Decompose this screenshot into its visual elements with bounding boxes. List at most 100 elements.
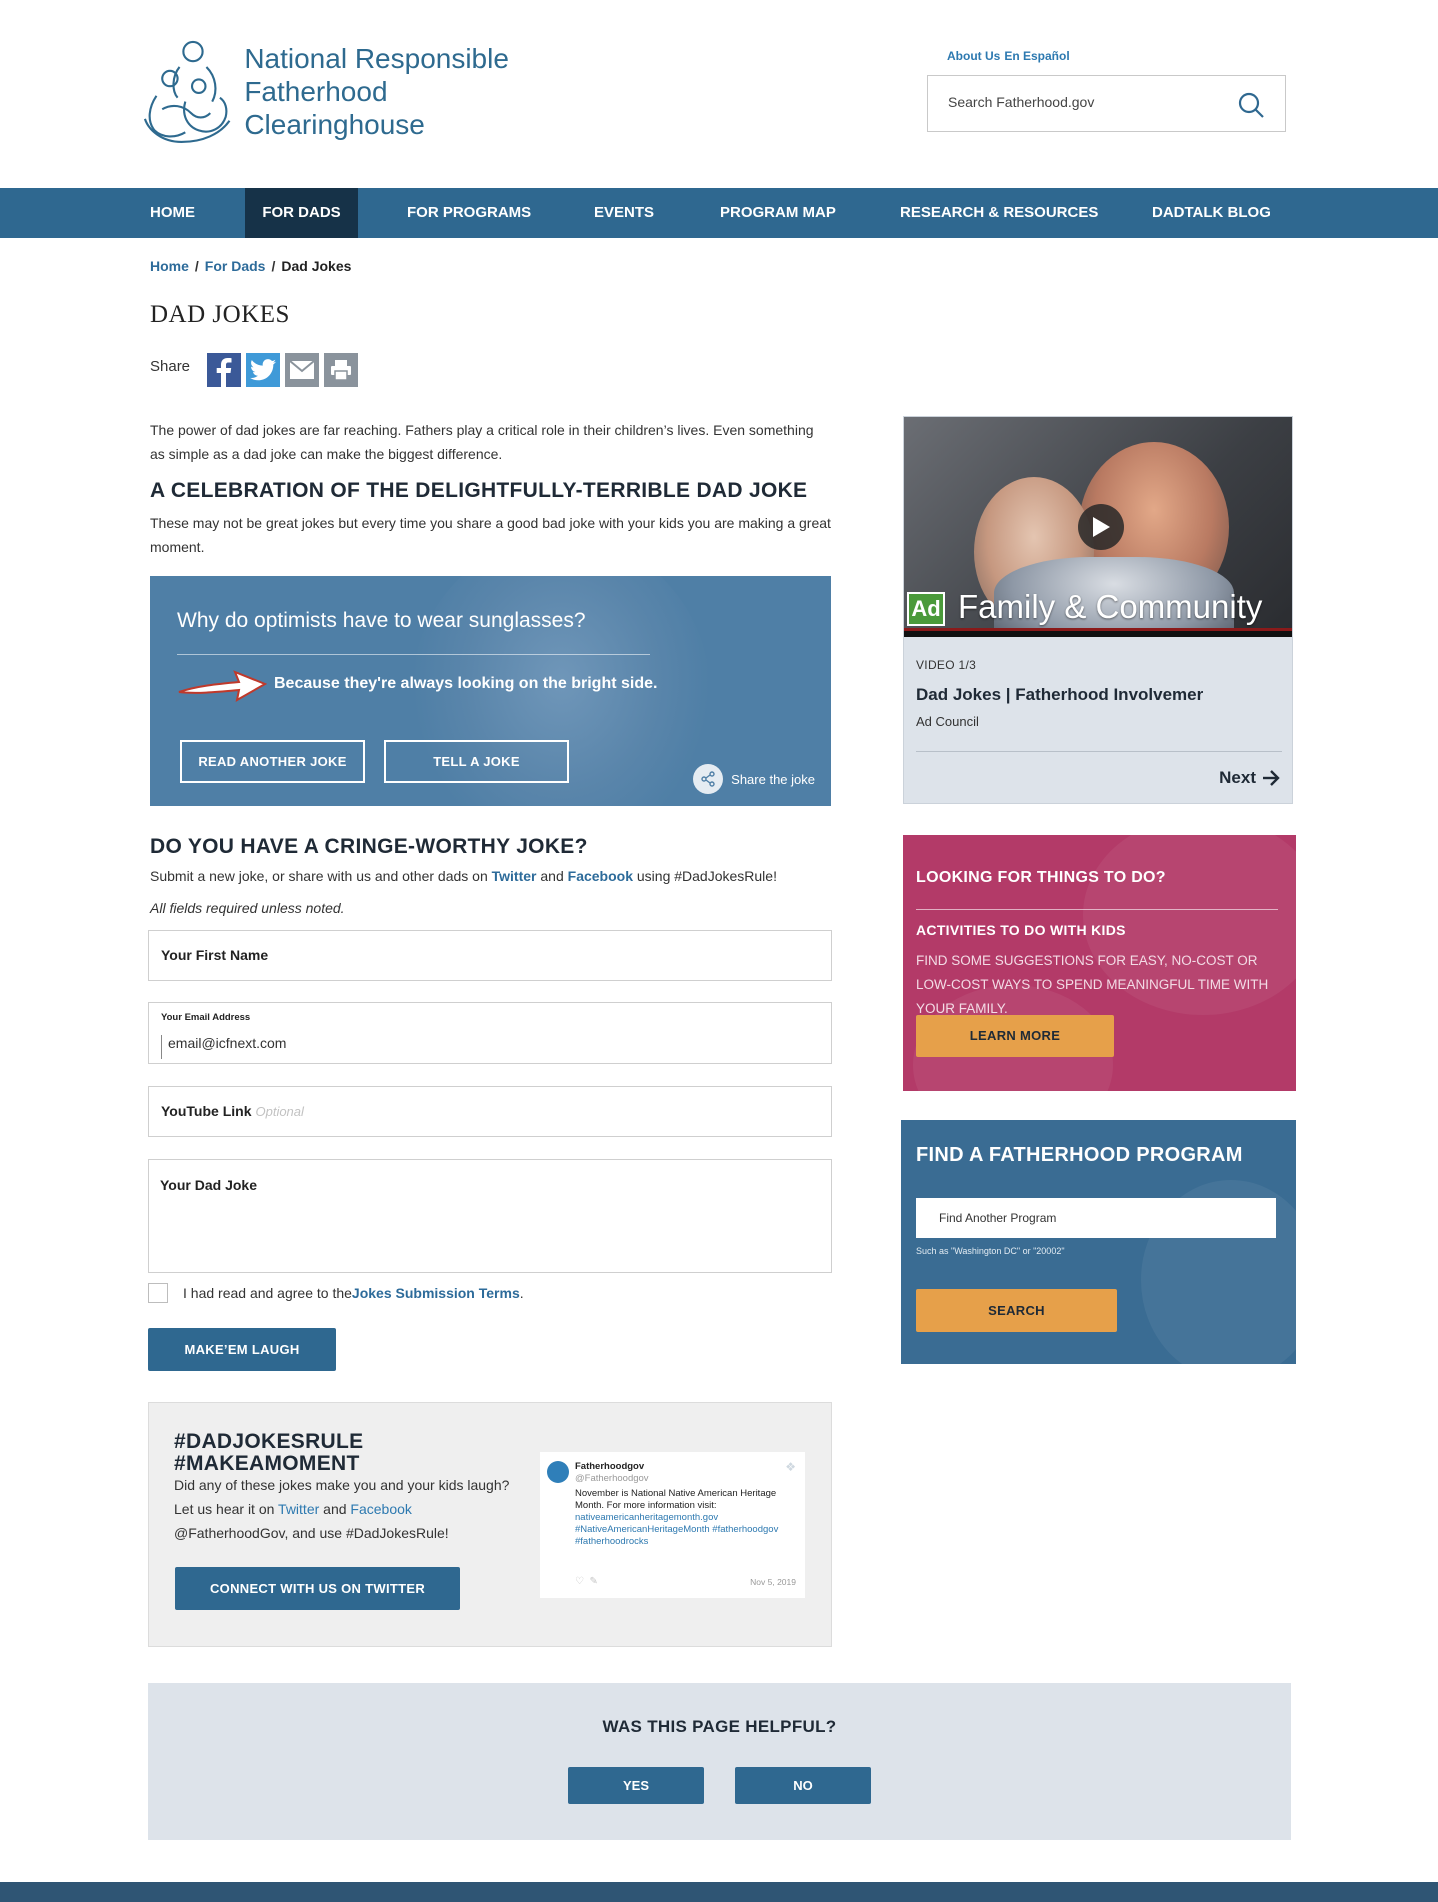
tell-a-joke-button[interactable]: TELL A JOKE xyxy=(384,740,569,783)
tweet-hashtags[interactable]: #NativeAmericanHeritageMonth #fatherhood… xyxy=(575,1524,797,1536)
twitter-link[interactable]: Twitter xyxy=(278,1501,319,1517)
social-promo-heading: #DADJOKESRULE #MAKEAMOMENT xyxy=(174,1431,363,1475)
intro-text-part: Submit a new joke, or share with us and … xyxy=(150,868,492,884)
email-icon[interactable] xyxy=(285,353,319,387)
tweet-actions: ♡ ✎ xyxy=(575,1576,598,1587)
dad-joke-label: Your Dad Joke xyxy=(160,1177,257,1193)
site-logo[interactable]: National Responsible Fatherhood Clearing… xyxy=(143,36,563,146)
main-nav: HOME FOR DADS FOR PROGRAMS EVENTS PROGRA… xyxy=(0,188,1438,238)
activities-divider xyxy=(916,909,1278,910)
activities-text: FIND SOME SUGGESTIONS FOR EASY, NO-COST … xyxy=(916,953,1269,1016)
activities-card: LOOKING FOR THINGS TO DO? ACTIVITIES TO … xyxy=(903,835,1296,1091)
avatar xyxy=(547,1461,569,1483)
breadcrumb-for-dads[interactable]: For Dads xyxy=(205,258,266,274)
joke-answer: Because they're always looking on the br… xyxy=(274,675,658,692)
family-logo-icon xyxy=(143,40,231,144)
required-fields-note: All fields required unless noted. xyxy=(150,900,345,916)
submit-joke-intro: Submit a new joke, or share with us and … xyxy=(150,868,777,884)
read-another-joke-button[interactable]: READ ANOTHER JOKE xyxy=(180,740,365,783)
nav-item-for-dads[interactable]: FOR DADS xyxy=(245,188,358,238)
terms-link[interactable]: Jokes Submission Terms xyxy=(352,1285,520,1301)
nav-item-dadtalk-blog[interactable]: DADTALK BLOG xyxy=(1132,188,1291,238)
find-program-input[interactable] xyxy=(916,1198,1276,1238)
share-joke-button[interactable]: Share the joke xyxy=(693,764,815,794)
site-search-input[interactable] xyxy=(948,94,1228,110)
nav-item-events[interactable]: EVENTS xyxy=(574,188,674,238)
optional-hint: Optional xyxy=(255,1104,304,1119)
share-label: Share xyxy=(150,358,191,375)
email-input[interactable] xyxy=(168,1035,768,1051)
hashtag-dadjokesrule: #DADJOKESRULE xyxy=(174,1430,364,1453)
video-source: Ad Council xyxy=(916,714,979,729)
promo-line: @FatherhoodGov, and use #DadJokesRule! xyxy=(174,1525,449,1541)
facebook-icon[interactable] xyxy=(207,353,241,387)
terms-checkbox[interactable] xyxy=(148,1283,168,1303)
first-name-field[interactable]: Your First Name xyxy=(148,930,832,981)
social-promo-box: #DADJOKESRULE #MAKEAMOMENT Did any of th… xyxy=(148,1402,832,1647)
tweet-link[interactable]: nativeamericanheritagemonth.gov xyxy=(575,1512,797,1524)
terms-text: I had read and agree to the xyxy=(183,1285,352,1301)
video-player[interactable]: Ad Family & Community xyxy=(904,417,1292,637)
video-title[interactable]: Dad Jokes | Fatherhood Involvemer xyxy=(916,685,1284,705)
nav-item-for-programs[interactable]: FOR PROGRAMS xyxy=(387,188,551,238)
celebration-heading: A CELEBRATION OF THE DELIGHTFULLY-TERRIB… xyxy=(150,479,808,502)
make-em-laugh-button[interactable]: MAKE’EM LAUGH xyxy=(148,1328,336,1371)
utility-links: About Us En Español xyxy=(947,49,1074,63)
play-icon[interactable] xyxy=(1078,504,1124,550)
learn-more-button[interactable]: LEARN MORE xyxy=(916,1015,1114,1057)
espanol-link[interactable]: En Español xyxy=(1004,49,1069,63)
print-icon[interactable] xyxy=(324,353,358,387)
first-name-label: Your First Name xyxy=(161,947,269,963)
video-counter: VIDEO 1/3 xyxy=(916,658,977,672)
feedback-yes-button[interactable]: YES xyxy=(568,1767,704,1804)
embedded-tweet[interactable]: Fatherhoodgov @Fatherhoodgov ❖ November … xyxy=(540,1452,805,1598)
facebook-link[interactable]: Facebook xyxy=(568,868,633,884)
dad-joke-field[interactable]: Your Dad Joke xyxy=(148,1159,832,1273)
text-caret xyxy=(161,1035,162,1059)
nav-item-research-resources[interactable]: RESEARCH & RESOURCES xyxy=(880,188,1118,238)
find-program-search-button[interactable]: SEARCH xyxy=(916,1289,1117,1332)
tweet-date: Nov 5, 2019 xyxy=(750,1577,796,1587)
submit-joke-heading: DO YOU HAVE A CRINGE-WORTHY JOKE? xyxy=(150,835,588,858)
feedback-panel: WAS THIS PAGE HELPFUL? YES NO xyxy=(148,1683,1291,1840)
tweet-hashtags[interactable]: #fatherhoodrocks xyxy=(575,1536,797,1548)
promo-line: Did any of these jokes make you and your… xyxy=(174,1477,510,1493)
find-program-card: FIND A FATHERHOOD PROGRAM Such as "Washi… xyxy=(901,1120,1296,1364)
breadcrumb-separator: / xyxy=(271,258,276,274)
hashtag-makeamoment: #MAKEAMOMENT xyxy=(174,1452,360,1475)
page-title: DAD JOKES xyxy=(150,301,290,328)
email-field[interactable]: Your Email Address xyxy=(148,1002,832,1064)
twitter-link[interactable]: Twitter xyxy=(492,868,537,884)
joke-question: Why do optimists have to wear sunglasses… xyxy=(177,609,586,632)
joke-divider xyxy=(177,654,650,655)
joke-card: Why do optimists have to wear sunglasses… xyxy=(150,576,831,806)
next-label: Next xyxy=(1219,768,1256,787)
terms-text: . xyxy=(519,1285,524,1301)
next-video-button[interactable]: Next xyxy=(1219,768,1280,788)
arrow-right-icon xyxy=(1263,770,1280,786)
email-label: Your Email Address xyxy=(161,1012,251,1023)
youtube-link-field[interactable]: YouTube Link Optional xyxy=(148,1086,832,1137)
video-controls[interactable] xyxy=(904,631,1292,637)
twitter-icon[interactable] xyxy=(246,353,280,387)
breadcrumb-home[interactable]: Home xyxy=(150,258,189,274)
video-card: Ad Family & Community VIDEO 1/3 Dad Joke… xyxy=(903,416,1293,804)
terms-agreement: I had read and agree to the Jokes Submis… xyxy=(148,1283,524,1303)
activities-subheading: ACTIVITIES TO DO WITH KIDS xyxy=(916,922,1126,938)
nav-item-program-map[interactable]: PROGRAM MAP xyxy=(700,188,856,238)
share-icons xyxy=(207,353,358,387)
connect-twitter-button[interactable]: CONNECT WITH US ON TWITTER xyxy=(175,1567,460,1610)
breadcrumb-current: Dad Jokes xyxy=(281,258,352,274)
feedback-no-button[interactable]: NO xyxy=(735,1767,871,1804)
about-us-link[interactable]: About Us xyxy=(947,49,1000,63)
facebook-link[interactable]: Facebook xyxy=(350,1501,411,1517)
video-divider xyxy=(916,751,1282,752)
share-icon xyxy=(693,764,724,794)
footer xyxy=(0,1882,1438,1902)
search-icon[interactable] xyxy=(1237,91,1265,119)
nav-item-home[interactable]: HOME xyxy=(130,188,215,238)
intro-text: The power of dad jokes are far reaching.… xyxy=(150,422,814,462)
find-program-heading: FIND A FATHERHOOD PROGRAM xyxy=(916,1144,1243,1166)
promo-line: Let us hear it on Twitter and Facebook xyxy=(174,1497,524,1521)
tweet-body: November is National Native American Her… xyxy=(575,1488,797,1548)
